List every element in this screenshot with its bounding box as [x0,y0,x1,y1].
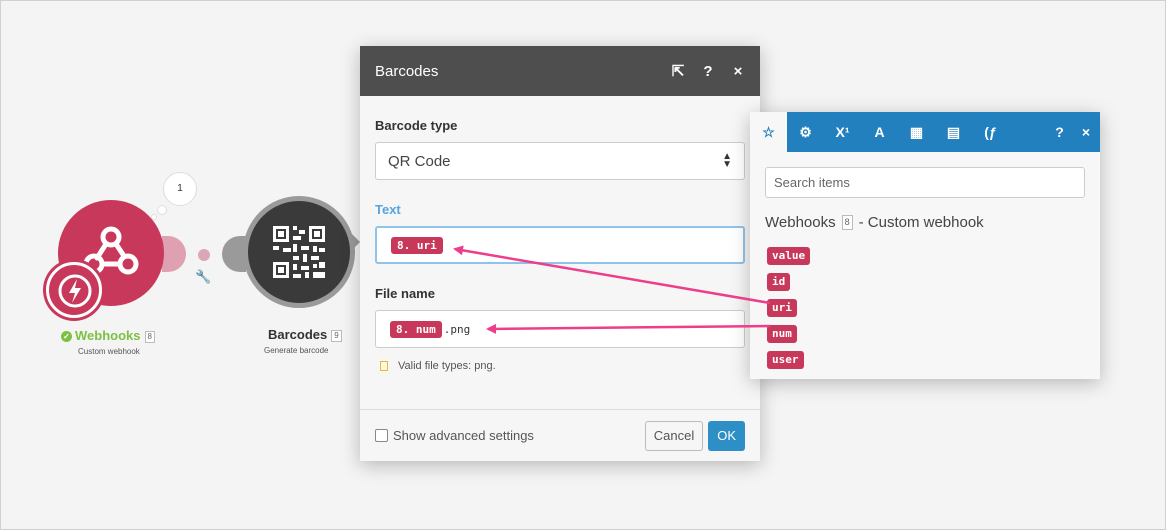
mapping-panel: ☆ ⚙ X¹ A ▦ ▤ (ƒ ? × Webhooks 8 - Custom … [750,112,1100,379]
queue-count-bubble[interactable]: 1 [163,172,197,206]
barcodes-module-label: Barcodes 9 [268,327,342,342]
file-name-label: File name [375,286,435,301]
lightning-icon [58,274,92,308]
advanced-settings-checkbox[interactable] [375,429,388,442]
output-item-pill[interactable]: user [767,351,804,369]
close-icon[interactable]: × [1082,124,1090,140]
mapped-item-pill[interactable]: 8. num [390,320,442,338]
module-id-badge: 8 [841,215,853,230]
text-icon[interactable]: A [861,112,898,152]
output-item-pill[interactable]: uri [767,299,797,317]
output-item-pill[interactable]: num [767,325,797,343]
dialog-footer: Show advanced settings Cancel OK [360,409,760,461]
barcodes-module-subtitle: Generate barcode [264,346,329,355]
text-input[interactable]: 8. uri [375,226,745,264]
barcodes-module[interactable] [243,196,355,308]
star-icon[interactable]: ☆ [750,112,787,152]
mapped-item-pill[interactable]: 8. uri [391,236,443,254]
barcode-type-label: Barcode type [375,118,458,133]
function-icon[interactable]: (ƒ [972,112,1009,152]
help-icon[interactable]: ? [1055,124,1064,140]
bubble-tail [157,205,167,215]
file-types-hint: Valid file types: png. [375,360,745,372]
dialog-header: Barcodes ⇱ ? × [360,46,760,96]
route-dot[interactable] [198,249,210,261]
output-item-pill[interactable]: id [767,273,791,291]
close-icon[interactable]: × [731,63,745,80]
file-icon [380,361,388,371]
ok-button[interactable]: OK [708,420,745,451]
superscript-icon[interactable]: X¹ [824,112,861,152]
expand-icon[interactable]: ⇱ [671,62,685,80]
select-arrows-icon: ▲ ▼ [722,151,732,170]
instant-trigger-badge[interactable] [46,262,102,318]
dialog-title: Barcodes [375,62,439,80]
output-items-list: value id uri num user [767,247,812,377]
mapping-panel-tabs: ☆ ⚙ X¹ A ▦ ▤ (ƒ ? × [750,112,1100,152]
file-name-input[interactable]: 8. num .png [375,310,745,348]
barcode-type-select[interactable]: QR Code ▲ ▼ [375,142,745,180]
file-extension-text: .png [443,322,471,336]
qr-code-icon [273,226,325,278]
module-id-badge: 9 [331,329,342,342]
check-icon: ✓ [61,331,72,343]
cancel-button[interactable]: Cancel [644,420,704,451]
wrench-icon[interactable]: 🔧 [195,269,211,285]
barcodes-dialog: Barcodes ⇱ ? × Barcode type QR Code ▲ ▼ T… [360,46,760,461]
output-item-pill[interactable]: value [767,247,811,265]
table-icon[interactable]: ▤ [935,112,972,152]
webhooks-module-subtitle: Custom webhook [78,347,140,356]
search-items-input[interactable] [765,167,1085,198]
text-field-label: Text [375,202,401,217]
module-output-title: Webhooks 8 - Custom webhook [765,214,984,231]
calendar-icon[interactable]: ▦ [898,112,935,152]
help-icon[interactable]: ? [701,63,715,80]
webhooks-module-label: ✓ Webhooks 8 [61,328,155,343]
advanced-settings-label[interactable]: Show advanced settings [393,428,645,443]
module-id-badge: 8 [144,330,155,343]
gear-icon[interactable]: ⚙ [787,112,824,152]
barcodes-output-tip [350,232,360,252]
barcode-type-value: QR Code [388,152,451,170]
